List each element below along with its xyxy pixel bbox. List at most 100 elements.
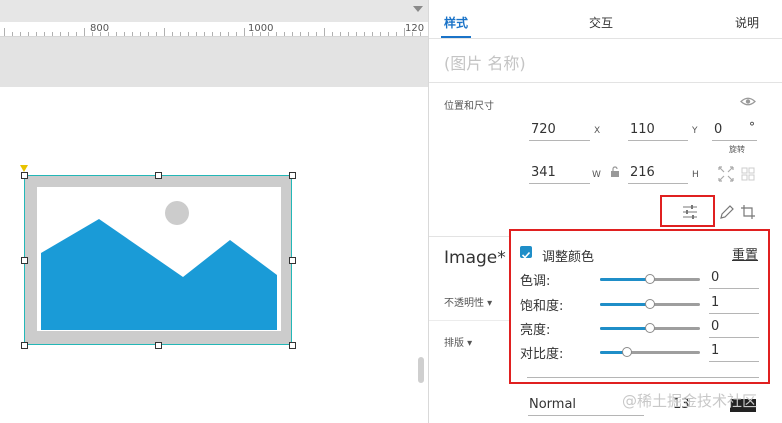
canvas-scrollbar-thumb[interactable] bbox=[418, 357, 424, 383]
width-input-underline bbox=[529, 183, 590, 184]
ruler-tick bbox=[92, 32, 93, 36]
height-label: H bbox=[692, 170, 699, 180]
tab-style[interactable]: 样式 bbox=[444, 14, 468, 31]
ruler-tick bbox=[276, 32, 277, 36]
resize-handle-nw[interactable] bbox=[21, 172, 28, 179]
layout-label[interactable]: 排版 ▾ bbox=[444, 334, 472, 349]
adjust-slider-knob[interactable] bbox=[645, 274, 655, 284]
anchor-marker-icon bbox=[20, 165, 28, 172]
adjust-row-label: 亮度: bbox=[520, 323, 551, 338]
watermark-text: @稀土掘金技术社区 bbox=[622, 392, 758, 410]
ruler-tick bbox=[140, 32, 141, 36]
ruler-tick bbox=[228, 32, 229, 36]
original-size-icon[interactable] bbox=[740, 166, 756, 182]
degree-symbol: ° bbox=[749, 120, 755, 134]
opacity-label[interactable]: 不透明性 ▾ bbox=[444, 294, 492, 309]
resize-handle-se[interactable] bbox=[289, 342, 296, 349]
adjust-color-title: 调整颜色 bbox=[542, 250, 595, 265]
ruler-tick bbox=[100, 32, 101, 36]
adjust-value-underline bbox=[709, 337, 759, 338]
crop-icon[interactable] bbox=[740, 204, 756, 220]
ruler-tick bbox=[220, 32, 221, 36]
ruler-tick bbox=[84, 28, 85, 36]
ruler-tick bbox=[332, 32, 333, 36]
blend-mode-select[interactable]: Normal bbox=[529, 397, 576, 412]
popup-bottom-line bbox=[527, 377, 759, 378]
ruler-tick bbox=[260, 32, 261, 36]
x-input[interactable]: 720 bbox=[531, 122, 556, 137]
ruler-tick bbox=[388, 32, 389, 36]
ruler-tick bbox=[116, 32, 117, 36]
ruler-tick bbox=[268, 32, 269, 36]
canvas-margin-band bbox=[0, 37, 429, 87]
ruler-tick bbox=[36, 32, 37, 36]
visibility-eye-icon[interactable] bbox=[740, 96, 756, 107]
ruler-tick bbox=[20, 32, 21, 36]
collapse-arrow-icon[interactable] bbox=[413, 6, 423, 12]
adjust-slider-track[interactable] bbox=[600, 351, 700, 354]
adjust-value-underline bbox=[709, 313, 759, 314]
ruler-tick bbox=[236, 32, 237, 36]
adjust-value-underline bbox=[709, 288, 759, 289]
adjust-value-input[interactable]: 0 bbox=[711, 270, 719, 285]
ruler-tick bbox=[300, 32, 301, 36]
ruler-tick bbox=[52, 32, 53, 36]
opacity-divider bbox=[429, 320, 509, 321]
adjust-slider-knob[interactable] bbox=[645, 323, 655, 333]
ruler-tick bbox=[156, 32, 157, 36]
lock-icon[interactable] bbox=[610, 166, 620, 178]
x-label: X bbox=[594, 126, 601, 136]
resize-handle-w[interactable] bbox=[21, 257, 28, 264]
ruler-tick bbox=[4, 28, 5, 36]
adjust-color-checkbox[interactable] bbox=[520, 246, 532, 259]
ruler-tick bbox=[316, 32, 317, 36]
adjust-value-input[interactable]: 1 bbox=[711, 343, 719, 358]
adjust-sliders-icon bbox=[683, 205, 697, 219]
tab-interaction[interactable]: 交互 bbox=[589, 14, 613, 31]
reset-button[interactable]: 重置 bbox=[732, 244, 758, 263]
image-widget-selection[interactable] bbox=[24, 175, 292, 345]
ruler-tick bbox=[60, 32, 61, 36]
ruler-tick bbox=[412, 32, 413, 36]
height-input[interactable]: 216 bbox=[630, 165, 655, 180]
ruler-tick bbox=[148, 32, 149, 36]
width-input[interactable]: 341 bbox=[531, 165, 556, 180]
y-label: Y bbox=[692, 126, 698, 136]
rotation-input[interactable]: 0 bbox=[714, 122, 722, 137]
tab-notes[interactable]: 说明 bbox=[735, 14, 759, 31]
ruler-tick bbox=[76, 32, 77, 36]
ruler-tick bbox=[380, 32, 381, 36]
adjust-slider-fill bbox=[600, 278, 650, 281]
adjust-slider-knob[interactable] bbox=[645, 299, 655, 309]
resize-handle-n[interactable] bbox=[155, 172, 162, 179]
name-divider bbox=[429, 82, 782, 83]
y-input-underline bbox=[628, 140, 688, 141]
fit-to-content-icon[interactable] bbox=[718, 166, 734, 182]
tabs-divider bbox=[429, 38, 782, 39]
ruler-tick bbox=[244, 28, 245, 36]
ruler-tick bbox=[164, 28, 165, 36]
y-input[interactable]: 110 bbox=[630, 122, 655, 137]
ruler-tick bbox=[420, 32, 421, 36]
edit-pencil-icon[interactable] bbox=[719, 204, 735, 220]
ruler-tick bbox=[12, 32, 13, 36]
resize-handle-s[interactable] bbox=[155, 342, 162, 349]
image-name-input[interactable]: (图片 名称) bbox=[444, 50, 526, 74]
section-divider bbox=[429, 236, 509, 237]
resize-handle-ne[interactable] bbox=[289, 172, 296, 179]
adjust-row-label: 色调: bbox=[520, 274, 551, 289]
ruler-tick bbox=[28, 32, 29, 36]
ruler-tick bbox=[188, 32, 189, 36]
resize-handle-e[interactable] bbox=[289, 257, 296, 264]
adjust-slider-knob[interactable] bbox=[622, 347, 632, 357]
adjust-value-input[interactable]: 1 bbox=[711, 295, 719, 310]
adjust-value-underline bbox=[709, 361, 759, 362]
rotation-label: 旋转 bbox=[729, 145, 745, 154]
ruler-tick bbox=[108, 32, 109, 36]
adjust-value-input[interactable]: 0 bbox=[711, 319, 719, 334]
ruler-tick bbox=[308, 32, 309, 36]
ruler-tick bbox=[364, 32, 365, 36]
resize-handle-sw[interactable] bbox=[21, 342, 28, 349]
width-label: W bbox=[592, 170, 601, 180]
style-name-heading[interactable]: Image* bbox=[444, 248, 506, 268]
